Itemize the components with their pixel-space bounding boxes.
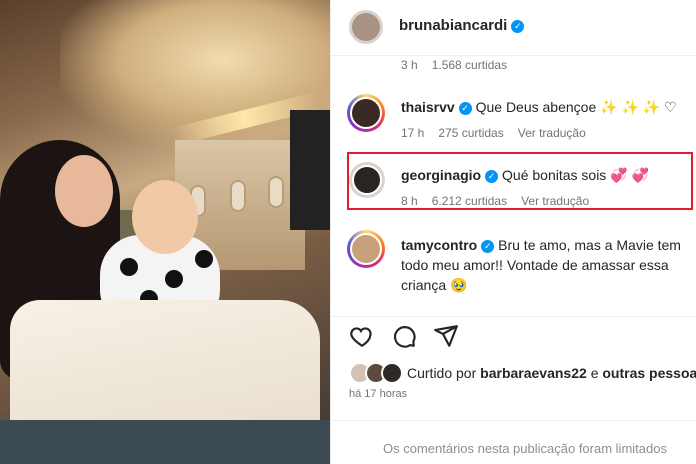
verified-icon: ✓	[458, 102, 472, 115]
highlight-box	[347, 152, 693, 210]
post-timestamp: há 17 horas	[349, 388, 408, 400]
cabin-window	[268, 176, 284, 208]
baby-face	[132, 180, 198, 254]
liker-username[interactable]: barbaraevans22	[480, 365, 587, 381]
comment-likes[interactable]: 1.568 curtidas	[432, 58, 507, 72]
comment-time: 17 h	[401, 126, 425, 140]
woman-face	[55, 155, 113, 227]
verified-icon: ✓	[481, 240, 495, 253]
outfit-dot	[120, 258, 138, 276]
comment-body: thaisrvv ✓ Que Deus abençoe ✨ ✨ ✨ ♡	[401, 97, 677, 117]
comment-text: Que Deus abençoe ✨ ✨ ✨ ♡	[475, 99, 677, 115]
limited-notice-text: Os comentários nesta publicação foram li…	[383, 441, 667, 456]
post-photo[interactable]	[0, 0, 330, 464]
commenter-username[interactable]: tamycontro	[401, 237, 477, 253]
commenter-avatar[interactable]	[347, 94, 385, 132]
translate-link[interactable]: Ver tradução	[518, 126, 586, 140]
verified-icon: ✓	[511, 20, 525, 33]
comment-time: 3 h	[401, 58, 418, 72]
floor	[0, 420, 330, 464]
share-icon[interactable]	[433, 323, 459, 349]
likes-summary: Curtido por barbaraevans22 e outras pess…	[349, 362, 696, 384]
author-username[interactable]: brunabiancardi ✓	[399, 17, 525, 34]
likes-text: Curtido por barbaraevans22 e outras pess…	[407, 365, 696, 381]
comment-likes[interactable]: 275 curtidas	[438, 126, 503, 140]
action-bar	[331, 316, 696, 356]
cabin-screen	[290, 110, 330, 230]
commenter-username[interactable]: thaisrvv	[401, 99, 455, 115]
post-header: brunabiancardi ✓	[331, 0, 696, 56]
cabin-window	[230, 180, 246, 212]
comment-meta: 17 h 275 curtidas Ver tradução	[401, 126, 600, 140]
outfit-dot	[195, 250, 213, 268]
comments-panel: brunabiancardi ✓ 3 h 1.568 curtidas thaisr…	[330, 0, 696, 464]
outfit-dot	[165, 270, 183, 288]
limited-comments-notice: Os comentários nesta publicação foram li…	[331, 420, 696, 464]
others-link[interactable]: outras pessoas	[602, 365, 696, 381]
comment-text-line: Bru te amo, mas a Mavie tem	[498, 237, 681, 253]
comment-body: tamycontro ✓ Bru te amo, mas a Mavie tem …	[401, 235, 691, 295]
comment-text-line: criança 🥹	[401, 277, 468, 293]
comment-icon[interactable]	[391, 323, 417, 349]
comment-meta: 3 h 1.568 curtidas	[401, 58, 521, 72]
comment-text-line: todo meu amor!! Vontade de amassar essa	[401, 257, 669, 273]
commenter-avatar[interactable]	[347, 230, 385, 268]
heart-icon[interactable]	[349, 323, 375, 349]
liker-avatar[interactable]	[381, 362, 403, 384]
author-avatar[interactable]	[349, 10, 383, 44]
